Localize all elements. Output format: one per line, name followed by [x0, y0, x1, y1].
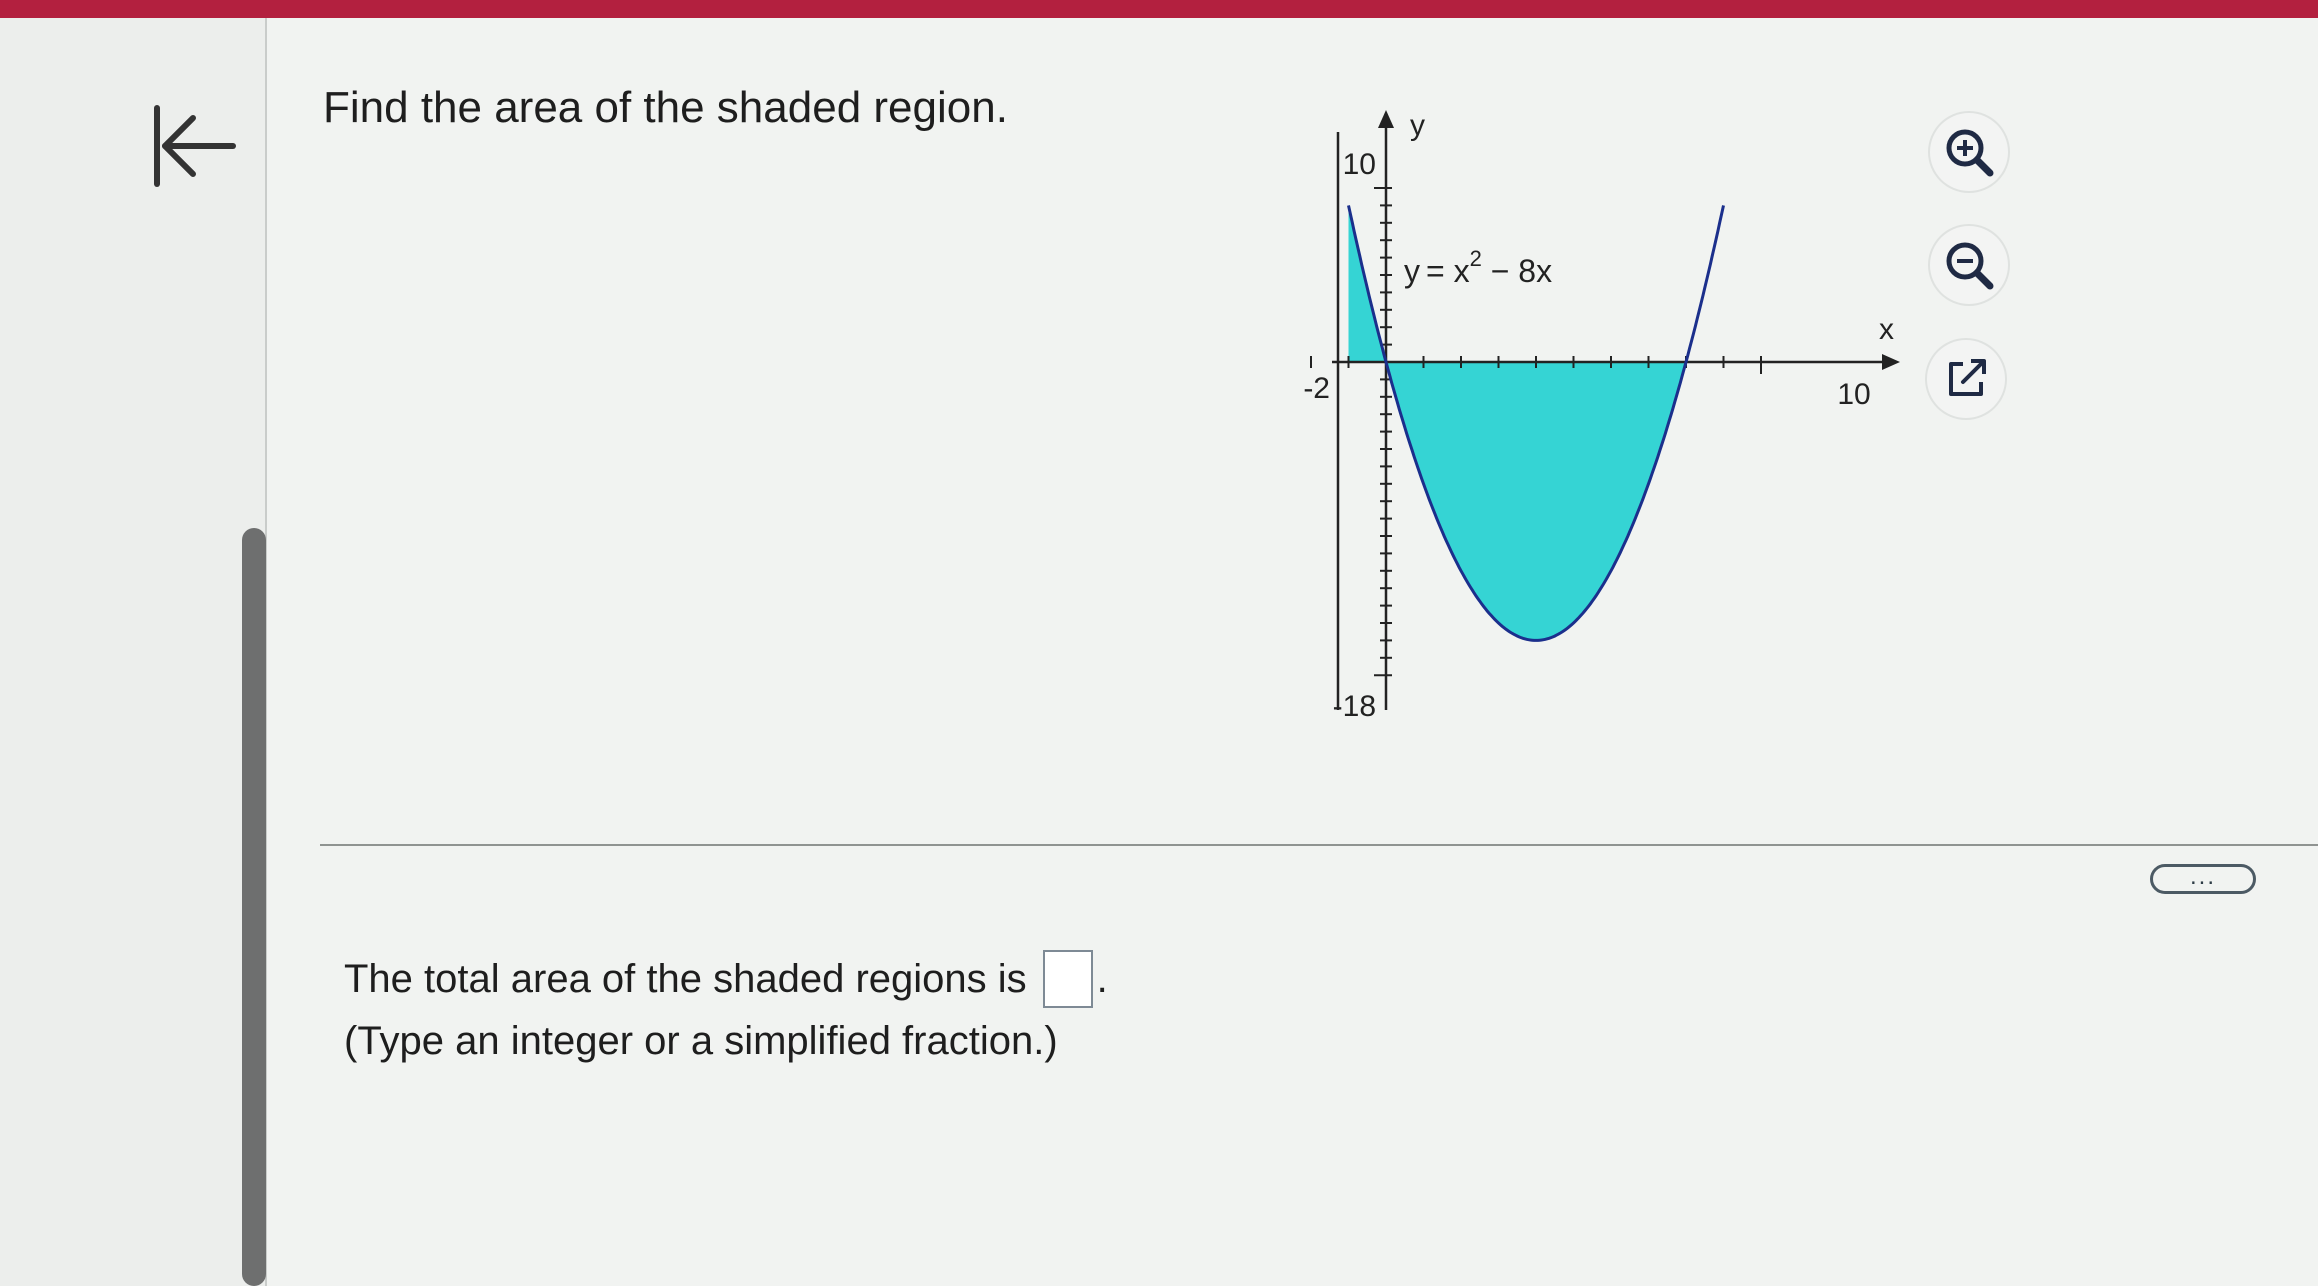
answer-period: .	[1096, 957, 1108, 1001]
zoom-in-icon	[1946, 129, 1994, 177]
x-axis-arrow	[1882, 354, 1900, 370]
y-axis-arrow	[1378, 110, 1394, 128]
external-link-icon	[1949, 359, 1986, 396]
x-tick-label-max: 10	[1837, 378, 1870, 411]
more-options-button[interactable]: ...	[2150, 864, 2256, 894]
x-axis-label: x	[1879, 313, 1894, 346]
back-to-start-button[interactable]	[145, 100, 245, 190]
answer-line: The total area of the shaded regions is …	[344, 948, 1108, 1010]
section-divider	[320, 844, 2318, 846]
zoom-out-button[interactable]	[1930, 226, 2008, 304]
zoom-out-icon	[1946, 242, 1994, 290]
x-tick-label-min: -2	[1303, 372, 1330, 405]
panel-scrollbar[interactable]	[242, 528, 266, 1286]
answer-prompt: The total area of the shaded regions is	[344, 957, 1027, 1001]
y-tick-label-min: -18	[1333, 690, 1376, 723]
function-graph: y x 10 -18 -2 10 y = x2 − 8x	[1303, 109, 1900, 723]
answer-hint: (Type an integer or a simplified fractio…	[344, 1019, 1058, 1063]
answer-input-box[interactable]	[1042, 950, 1093, 1008]
open-in-new-window-button[interactable]	[1927, 340, 2005, 418]
y-tick-label-max: 10	[1343, 148, 1376, 181]
y-axis-label: y	[1410, 109, 1425, 142]
question-prompt: Find the area of the shaded region.	[323, 83, 1008, 132]
function-label: y = x2 − 8x	[1404, 246, 1552, 289]
answer-section: The total area of the shaded regions is …	[344, 948, 1108, 1072]
question-page: Find the area of the shaded region. y x …	[0, 18, 2318, 1286]
y-axis-ticks	[1374, 187, 1392, 677]
left-panel	[0, 18, 267, 1286]
back-to-start-icon	[154, 105, 236, 187]
zoom-in-button[interactable]	[1930, 113, 2008, 191]
